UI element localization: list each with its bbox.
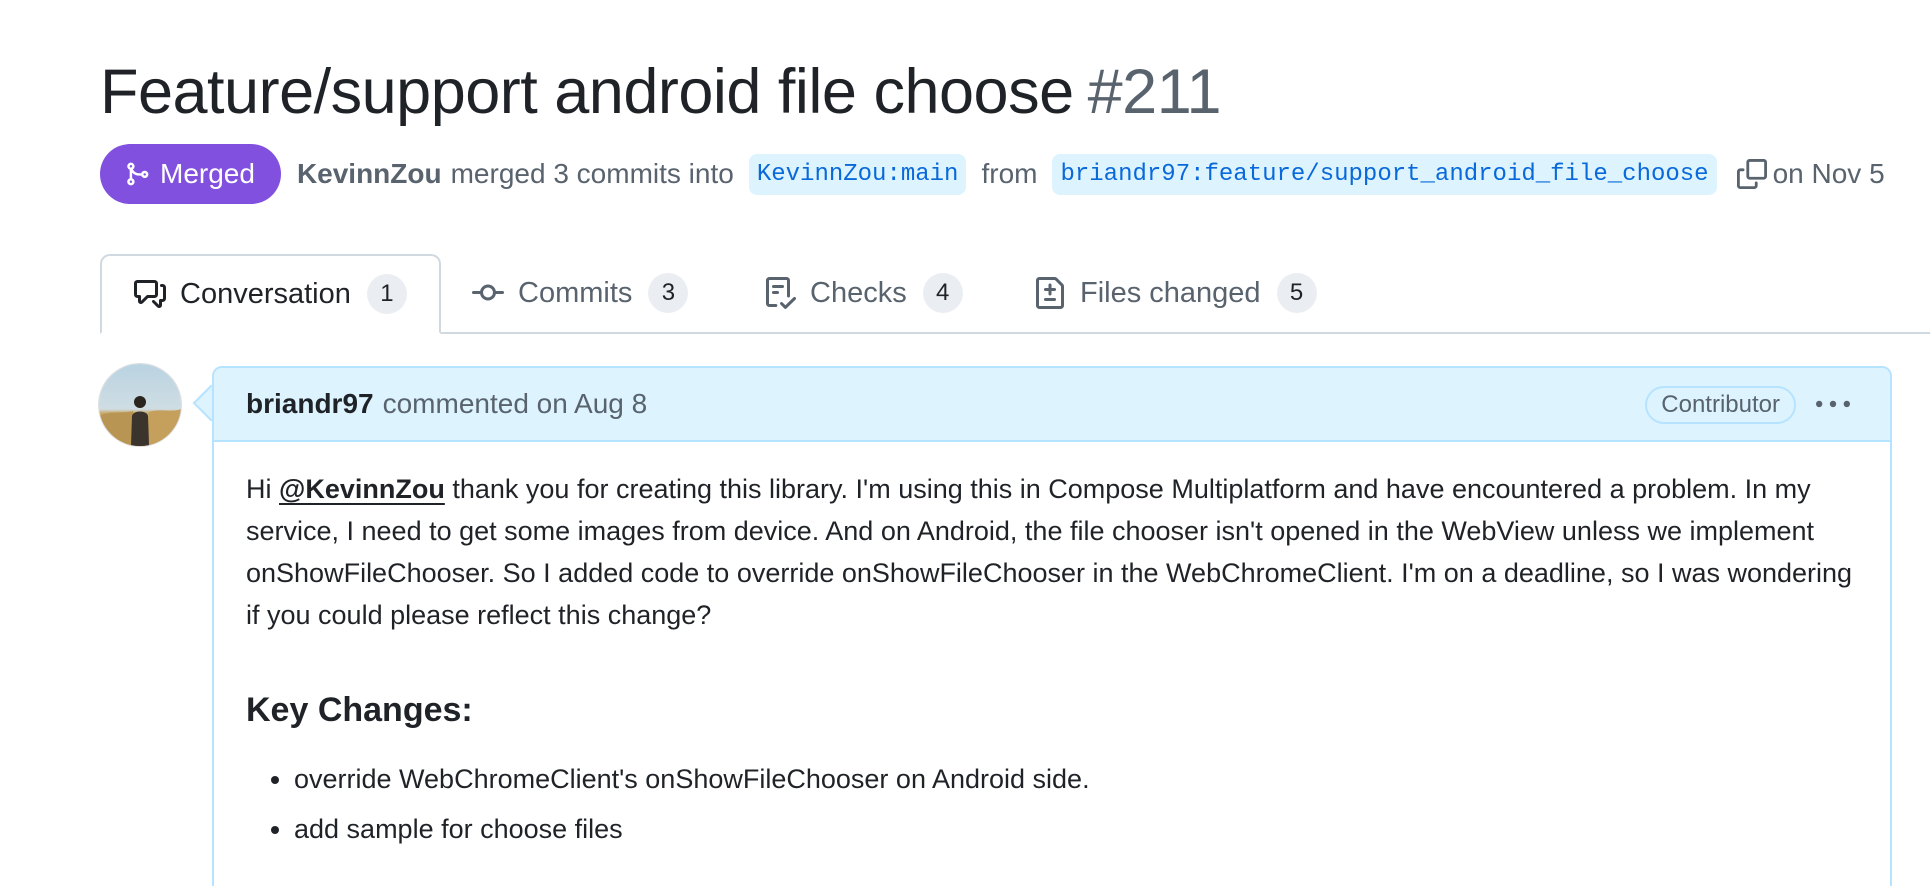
pull-request-page: Feature/support android file choose #211 … — [0, 0, 1930, 886]
comment-discussion-icon — [134, 278, 166, 310]
tab-files-changed[interactable]: Files changed 5 — [1034, 254, 1317, 332]
comment-body: Hi @KevinnZou thank you for creating thi… — [246, 468, 1866, 858]
git-merge-icon — [127, 162, 149, 186]
changes-list: override WebChromeClient's onShowFileCho… — [246, 758, 1866, 850]
tab-counter: 1 — [366, 274, 407, 314]
tab-counter: 3 — [648, 273, 689, 313]
paragraph-text: thank you for creating this library. I'm… — [246, 474, 1853, 630]
key-changes-heading: Key Changes: — [246, 691, 473, 729]
tab-counter: 5 — [1276, 273, 1317, 313]
tab-label: Conversation — [180, 277, 351, 310]
comment-paragraph: Hi @KevinnZou thank you for creating thi… — [246, 468, 1866, 636]
comment-timestamp[interactable]: commented on Aug 8 — [383, 388, 648, 420]
pr-title: Feature/support android file choose — [100, 57, 1074, 127]
state-label: Merged — [160, 158, 255, 189]
git-commit-icon — [472, 277, 504, 309]
merge-date: on Nov 5 — [1772, 158, 1885, 189]
list-item: add sample for choose files — [294, 808, 1866, 850]
tab-label: Checks — [810, 276, 907, 309]
checklist-icon — [764, 277, 796, 309]
comment-header: briandr97 commented on Aug 8 Contributor — [214, 368, 1890, 442]
tab-counter: 4 — [922, 273, 963, 313]
merged-by-link[interactable]: KevinnZou — [297, 158, 442, 190]
contributor-badge: Contributor — [1645, 386, 1796, 424]
user-mention-link[interactable]: @KevinnZou — [279, 474, 445, 504]
comment-author-link[interactable]: briandr97 — [246, 388, 374, 420]
file-diff-icon — [1034, 277, 1066, 309]
copy-icon[interactable] — [1736, 159, 1767, 189]
base-branch-label[interactable]: KevinnZou:main — [748, 153, 967, 195]
greeting: Hi — [246, 474, 272, 504]
tab-commits[interactable]: Commits 3 — [472, 254, 689, 332]
pr-meta: Merged KevinnZou merged 3 commits into K… — [100, 144, 1885, 204]
merged-state-badge: Merged — [100, 144, 281, 204]
tab-conversation[interactable]: Conversation 1 — [100, 254, 441, 334]
tab-label: Files changed — [1080, 276, 1261, 309]
from-text: from — [981, 158, 1038, 189]
list-item: override WebChromeClient's onShowFileCho… — [294, 758, 1866, 800]
page-title: Feature/support android file choose #211 — [100, 52, 1222, 132]
avatar[interactable] — [99, 364, 181, 446]
pr-tabs: Conversation 1 Commits 3 Checks 4 Files … — [100, 254, 1930, 334]
kebab-horizontal-icon[interactable] — [1814, 390, 1852, 420]
comment-box: briandr97 commented on Aug 8 Contributor… — [212, 366, 1892, 886]
tab-label: Commits — [518, 276, 633, 309]
pr-number: #211 — [1087, 57, 1222, 127]
merge-text: merged 3 commits into — [450, 158, 734, 189]
head-branch-label[interactable]: briandr97:feature/support_android_file_c… — [1052, 153, 1717, 195]
tab-checks[interactable]: Checks 4 — [764, 254, 963, 332]
